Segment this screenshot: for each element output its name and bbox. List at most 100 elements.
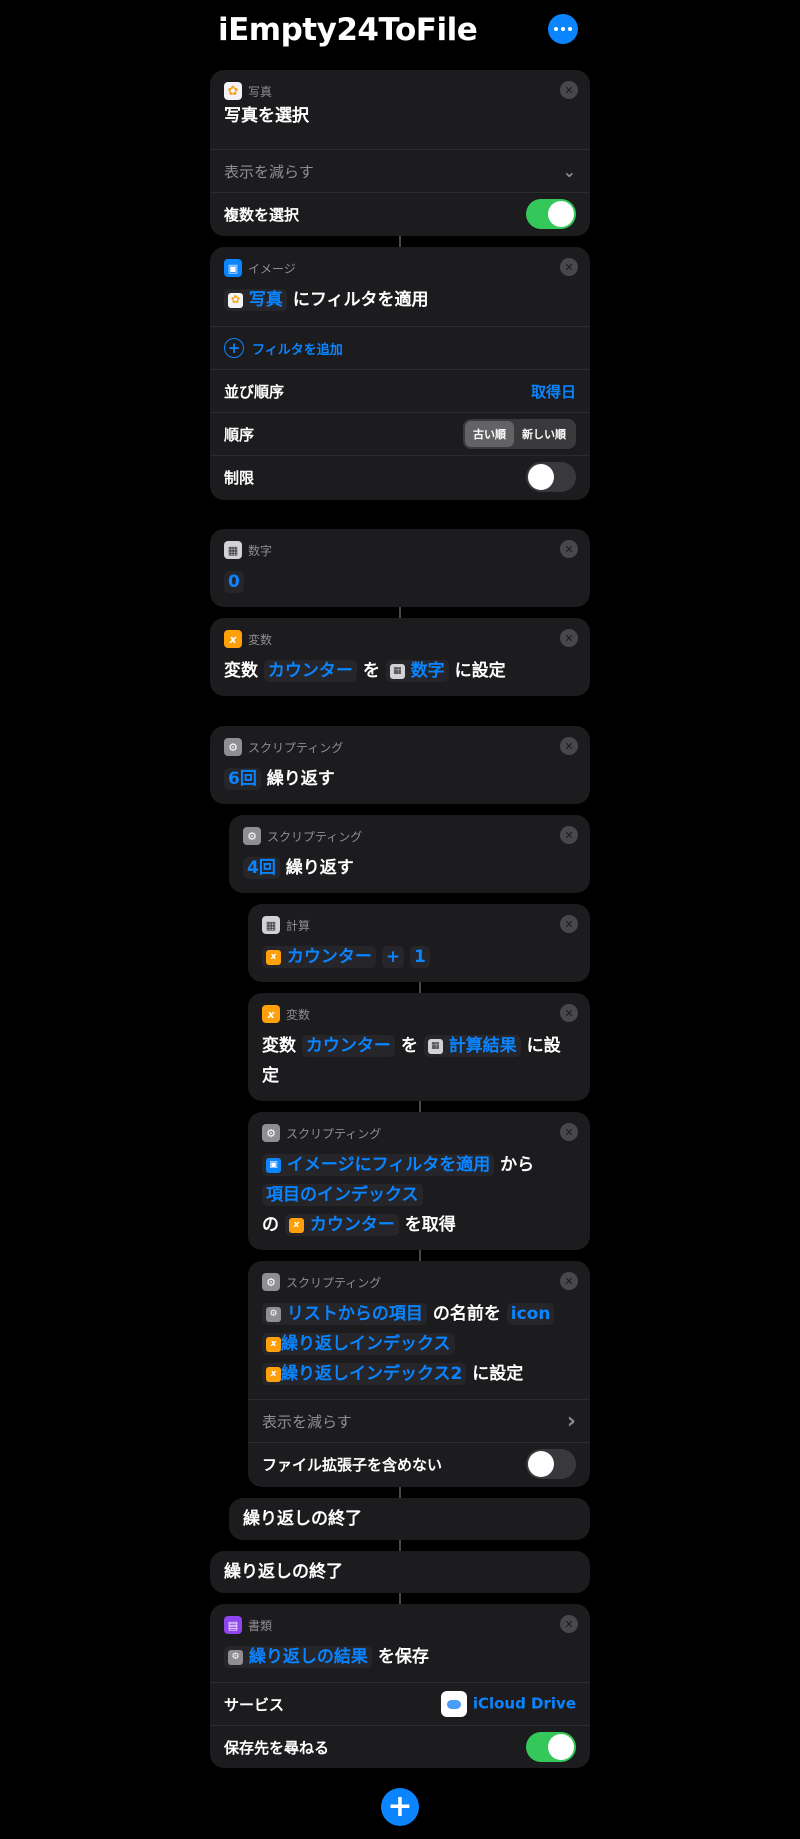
chevron-right-icon: › <box>566 1408 576 1434</box>
calculate-action[interactable]: ▦ 計算 ✕ x カウンター + 1 <box>248 904 590 982</box>
set-variable-action-2[interactable]: x 変数 ✕ 変数 カウンター を ▦ 計算結果 に設 定 <box>248 993 590 1101</box>
shortcut-editor: iEmpty24ToFile 写真 ✕ 写真を選択 表示を減らす ⌄ 複数を選択… <box>200 0 600 1839</box>
remove-action-button[interactable]: ✕ <box>560 1004 578 1022</box>
limit-toggle[interactable] <box>526 462 576 492</box>
remove-action-button[interactable]: ✕ <box>560 915 578 933</box>
name-text-token[interactable]: icon <box>506 1303 555 1325</box>
select-multiple-toggle[interactable] <box>526 199 576 229</box>
variable-icon: x <box>262 1005 280 1023</box>
number-value-field[interactable]: 0 <box>224 571 244 593</box>
variable-icon: x <box>266 949 281 965</box>
action-category: ⚙ スクリプティング <box>262 1273 381 1291</box>
remove-action-button[interactable]: ✕ <box>560 540 578 558</box>
calculator-icon: ▦ <box>389 663 405 679</box>
photos-variable-token[interactable]: 写真 <box>224 289 287 311</box>
number-action[interactable]: ▦ 数字 ✕ 0 <box>210 529 590 607</box>
action-category: ⚙ スクリプティング <box>224 738 343 756</box>
repeat-count-token[interactable]: 4回 <box>243 857 280 879</box>
end-repeat-outer[interactable]: 繰り返しの終了 <box>210 1551 590 1593</box>
remove-action-button[interactable]: ✕ <box>560 1615 578 1633</box>
repeat-outer-action[interactable]: ⚙ スクリプティング ✕ 6回 繰り返す <box>210 726 590 804</box>
calculator-icon: ▦ <box>427 1038 443 1054</box>
calculator-icon: ▦ <box>224 541 242 559</box>
scripting-gear-icon: ⚙ <box>228 1649 243 1665</box>
remove-action-button[interactable]: ✕ <box>560 737 578 755</box>
variable-icon: x <box>266 1366 281 1382</box>
add-filter-button[interactable]: + フィルタを追加 <box>210 326 590 369</box>
end-repeat-inner[interactable]: 繰り返しの終了 <box>229 1498 590 1540</box>
service-value[interactable]: iCloud Drive <box>440 1691 576 1717</box>
number-result-token[interactable]: ▦ 数字 <box>385 660 449 682</box>
action-category: ⚙ スクリプティング <box>243 827 362 845</box>
action-category: ▤ 書類 <box>224 1616 272 1634</box>
set-name-action[interactable]: ⚙ スクリプティング ✕ ⚙ リストからの項目 の名前を icon x 繰り返しイン… <box>248 1261 590 1487</box>
action-category: ▦ 計算 <box>262 916 310 934</box>
chevron-down-icon: ⌄ <box>562 161 576 181</box>
scripting-gear-icon: ⚙ <box>262 1273 280 1291</box>
more-options-button[interactable] <box>548 14 578 44</box>
action-category: 写真 <box>224 82 272 100</box>
plus-circle-icon: + <box>224 338 244 358</box>
scripting-gear-icon: ⚙ <box>243 827 261 845</box>
action-category: ▦ 数字 <box>224 541 272 559</box>
add-action-button[interactable]: + <box>381 1788 419 1826</box>
show-less-row[interactable]: 表示を減らす › <box>248 1399 590 1442</box>
save-file-action[interactable]: ▤ 書類 ✕ ⚙ 繰り返しの結果 を保存 サービス iCloud Drive 保存… <box>210 1604 590 1768</box>
select-photos-action[interactable]: 写真 ✕ 写真を選択 表示を減らす ⌄ 複数を選択 <box>210 70 590 236</box>
variable-name-token[interactable]: カウンター <box>263 660 357 682</box>
scripting-gear-icon: ⚙ <box>224 738 242 756</box>
set-variable-action[interactable]: x 変数 ✕ 変数 カウンター を ▦ 数字 に設定 <box>210 618 590 696</box>
calculator-icon: ▦ <box>262 916 280 934</box>
remove-action-button[interactable]: ✕ <box>560 629 578 647</box>
sort-by-value[interactable]: 取得日 <box>531 381 576 402</box>
remove-action-button[interactable]: ✕ <box>560 258 578 276</box>
filter-images-action[interactable]: ▣イメージ ✕ 写真 にフィルタを適用 + フィルタを追加 並び順序 取得日 順… <box>210 247 590 500</box>
counter-variable-token[interactable]: x カウンター <box>284 1214 399 1236</box>
service-row[interactable]: サービス iCloud Drive <box>210 1682 590 1725</box>
repeat-count-token[interactable]: 6回 <box>224 768 261 790</box>
shortcut-title[interactable]: iEmpty24ToFile <box>218 12 478 48</box>
select-multiple-row: 複数を選択 <box>210 192 590 235</box>
order-oldest-option[interactable]: 古い順 <box>465 421 514 447</box>
action-title: 写真を選択 <box>224 106 309 126</box>
ask-where-toggle[interactable] <box>526 1732 576 1762</box>
image-icon: ▣ <box>266 1157 281 1173</box>
item-index-token[interactable]: 項目のインデックス <box>262 1184 423 1206</box>
variable-name-token[interactable]: カウンター <box>301 1035 395 1057</box>
icloud-icon <box>440 1691 467 1717</box>
repeat-results-token[interactable]: ⚙ 繰り返しの結果 <box>224 1646 372 1668</box>
action-category: x 変数 <box>224 630 272 648</box>
remove-action-button[interactable]: ✕ <box>560 1123 578 1141</box>
calc-result-token[interactable]: ▦ 計算結果 <box>423 1035 521 1057</box>
action-category: ▣ イメージ <box>224 259 296 277</box>
order-segmented-control[interactable]: 古い順 新しい順 <box>463 419 576 449</box>
remove-action-button[interactable]: ✕ <box>560 81 578 99</box>
exclude-extension-row: ファイル拡張子を含めない <box>248 1442 590 1485</box>
variable-icon: x <box>266 1336 281 1352</box>
scripting-gear-icon: ⚙ <box>266 1306 281 1322</box>
document-icon: ▤ <box>224 1616 242 1634</box>
limit-row: 制限 <box>210 455 590 498</box>
exclude-extension-toggle[interactable] <box>526 1449 576 1479</box>
list-item-token[interactable]: ⚙ リストからの項目 <box>262 1303 427 1325</box>
variable-icon: x <box>288 1217 304 1233</box>
action-category: ⚙ スクリプティング <box>262 1124 381 1142</box>
remove-action-button[interactable]: ✕ <box>560 1272 578 1290</box>
order-newest-option[interactable]: 新しい順 <box>514 421 574 447</box>
show-less-row[interactable]: 表示を減らす ⌄ <box>210 149 590 192</box>
get-item-from-list-action[interactable]: ⚙ スクリプティング ✕ ▣ イメージにフィルタを適用 から 項目のインデックス … <box>248 1112 590 1250</box>
filtered-images-token[interactable]: ▣ イメージにフィルタを適用 <box>262 1154 495 1176</box>
repeat-index-2-token[interactable]: x 繰り返しインデックス2 <box>262 1363 467 1385</box>
operand-token[interactable]: 1 <box>410 946 430 968</box>
image-icon: ▣ <box>224 259 242 277</box>
variable-icon: x <box>224 630 242 648</box>
sort-by-row[interactable]: 並び順序 取得日 <box>210 369 590 412</box>
operator-token[interactable]: + <box>381 946 405 968</box>
remove-action-button[interactable]: ✕ <box>560 826 578 844</box>
scripting-gear-icon: ⚙ <box>262 1124 280 1142</box>
counter-variable-token[interactable]: x カウンター <box>262 946 376 968</box>
action-title: 写真 にフィルタを適用 <box>224 285 429 315</box>
repeat-index-token[interactable]: x 繰り返しインデックス <box>262 1333 455 1355</box>
repeat-inner-action[interactable]: ⚙ スクリプティング ✕ 4回 繰り返す <box>229 815 590 893</box>
photos-icon <box>228 292 243 308</box>
